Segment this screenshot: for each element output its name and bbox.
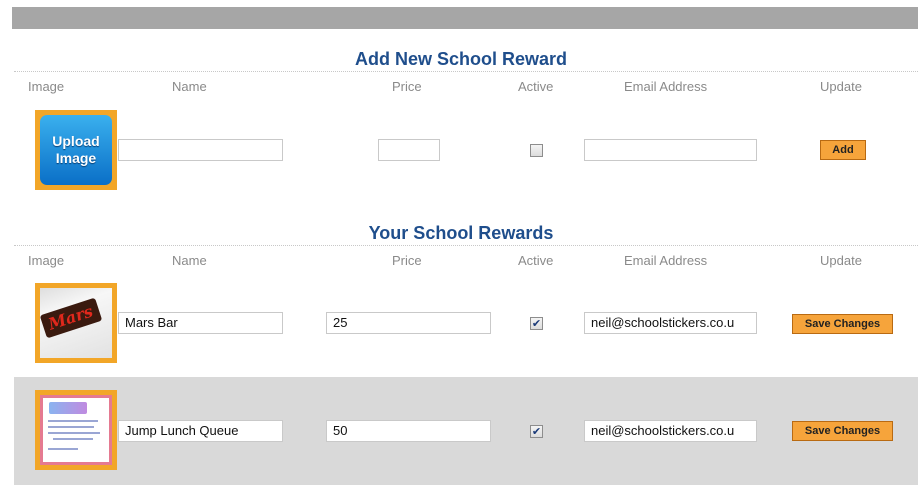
col-header-email: Email Address <box>624 253 708 268</box>
reward-active-checkbox[interactable]: ✔ <box>530 317 543 330</box>
reward-name-input[interactable]: Jump Lunch Queue <box>118 420 283 442</box>
col-header-name: Name <box>172 79 207 94</box>
add-button[interactable]: Add <box>820 140 866 160</box>
col-header-price: Price <box>392 79 422 94</box>
reward-price-input[interactable]: 50 <box>326 420 491 442</box>
col-header-price: Price <box>392 253 422 268</box>
text-line <box>48 420 98 422</box>
certificate-title-graphic <box>49 402 87 414</box>
save-changes-button[interactable]: Save Changes <box>792 421 893 441</box>
certificate-icon <box>40 395 112 465</box>
mars-bar-image: Mars <box>40 288 112 358</box>
text-line <box>48 432 100 434</box>
col-header-update: Update <box>820 79 862 94</box>
text-line <box>48 426 94 428</box>
divider <box>14 71 918 72</box>
save-changes-button[interactable]: Save Changes <box>792 314 893 334</box>
col-header-active: Active <box>518 79 554 94</box>
reward-email-input[interactable]: neil@schoolstickers.co.u <box>584 420 757 442</box>
upload-icon: Upload Image <box>40 115 112 185</box>
col-header-email: Email Address <box>624 79 708 94</box>
col-header-active: Active <box>518 253 554 268</box>
col-header-name: Name <box>172 253 207 268</box>
new-name-input[interactable] <box>118 139 283 161</box>
col-header-update: Update <box>820 253 862 268</box>
new-active-checkbox[interactable] <box>530 144 543 157</box>
reward-image-jump[interactable] <box>35 390 117 470</box>
upload-image-button[interactable]: Upload Image <box>35 110 117 190</box>
upload-label-line1: Upload <box>52 133 100 149</box>
mars-logo: Mars <box>46 301 96 334</box>
reward-active-checkbox[interactable]: ✔ <box>530 425 543 438</box>
top-bar <box>12 7 918 29</box>
reward-image-mars[interactable]: Mars <box>35 283 117 363</box>
col-header-image: Image <box>28 253 65 268</box>
text-line <box>48 448 78 450</box>
rewards-title: Your School Rewards <box>368 223 554 243</box>
add-reward-title: Add New School Reward <box>354 49 568 69</box>
reward-price-input[interactable]: 25 <box>326 312 491 334</box>
divider <box>14 245 918 246</box>
new-email-input[interactable] <box>584 139 757 161</box>
text-line <box>53 438 93 440</box>
candy-bar-icon: Mars <box>40 297 103 339</box>
col-header-image: Image <box>28 79 65 94</box>
reward-name-input[interactable]: Mars Bar <box>118 312 283 334</box>
new-price-input[interactable] <box>378 139 440 161</box>
upload-label-line2: Image <box>55 150 97 166</box>
reward-email-input[interactable]: neil@schoolstickers.co.u <box>584 312 757 334</box>
